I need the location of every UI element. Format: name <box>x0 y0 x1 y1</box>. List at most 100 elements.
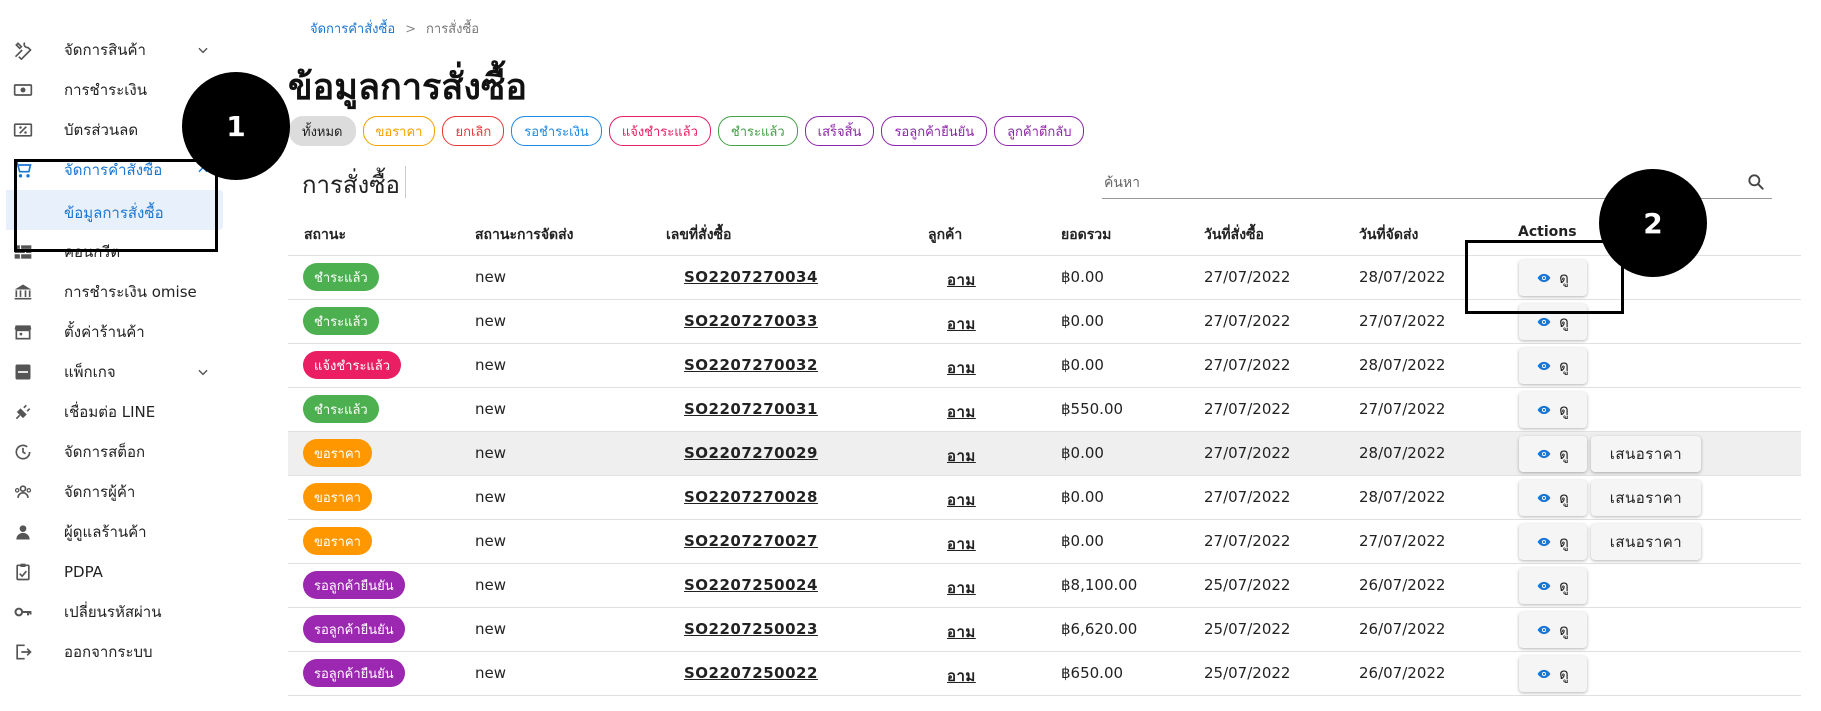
customer-link[interactable]: อาม <box>947 356 976 380</box>
order-number-link[interactable]: SO2207270028 <box>684 488 818 506</box>
customer-link[interactable]: อาม <box>947 532 976 556</box>
column-header-1[interactable]: สถานะการจัดส่ง <box>475 224 574 246</box>
filter-chip-8[interactable]: ลูกค้าตีกลับ <box>994 116 1085 146</box>
filter-chip-1[interactable]: ขอราคา <box>362 116 436 146</box>
view-button[interactable]: ดู <box>1519 568 1587 604</box>
filter-chip-7[interactable]: รอลูกค้ายืนยัน <box>881 116 988 146</box>
quote-button[interactable]: เสนอราคา <box>1591 524 1701 560</box>
view-button[interactable]: ดู <box>1519 612 1587 648</box>
view-button[interactable]: ดู <box>1519 348 1587 384</box>
breadcrumb-parent-link[interactable]: จัดการคำสั่งซื้อ <box>310 22 395 37</box>
status-badge: ชำระแล้ว <box>303 307 379 335</box>
status-badge: รอลูกค้ายืนยัน <box>303 615 405 643</box>
shipping-status-cell: new <box>475 356 507 374</box>
customer-link[interactable]: อาม <box>947 620 976 644</box>
status-filter-chips: ทั้งหมด ขอราคา ยกเลิก รอชำระเงิน แจ้งชำระแล้… <box>289 116 1085 146</box>
sidebar-item-5[interactable]: การชำระเงิน omise <box>0 272 215 312</box>
filter-chip-0[interactable]: ทั้งหมด <box>289 116 356 146</box>
eye-icon <box>1537 535 1551 549</box>
total-cell: ฿0.00 <box>1061 444 1104 462</box>
eye-icon <box>1537 447 1551 461</box>
order-number-link[interactable]: SO2207270034 <box>684 268 818 286</box>
filter-chip-4[interactable]: แจ้งชำระแล้ว <box>608 116 711 146</box>
sidebar-item-label: PDPA <box>64 563 103 581</box>
quote-button[interactable]: เสนอราคา <box>1591 436 1701 472</box>
sidebar-item-8[interactable]: เชื่อมต่อ LINE <box>0 392 215 432</box>
filter-chip-3[interactable]: รอชำระเงิน <box>511 116 602 146</box>
person-icon <box>13 523 33 541</box>
column-header-3[interactable]: ลูกค้า <box>928 224 962 246</box>
order-number-link[interactable]: SO2207270029 <box>684 444 818 462</box>
search-icon[interactable] <box>1746 172 1766 192</box>
sidebar-item-label: การชำระเงิน <box>64 81 147 99</box>
status-badge: แจ้งชำระแล้ว <box>303 351 402 379</box>
status-badge: ชำระแล้ว <box>303 263 379 291</box>
sidebar-item-13[interactable]: เปลี่ยนรหัสผ่าน <box>0 592 215 632</box>
sidebar-item-6[interactable]: ตั้งค่าร้านค้า <box>0 312 215 352</box>
column-header-0[interactable]: สถานะ <box>304 224 346 246</box>
annotation-marker-2: 2 <box>1599 169 1707 277</box>
view-button[interactable]: ดู <box>1519 656 1587 692</box>
sidebar-item-11[interactable]: ผู้ดูแลร้านค้า <box>0 512 215 552</box>
column-header-5[interactable]: วันที่สั่งซื้อ <box>1204 224 1264 246</box>
order-number-link[interactable]: SO2207250024 <box>684 576 818 594</box>
view-button[interactable]: ดู <box>1519 436 1587 472</box>
filter-chip-5[interactable]: ชำระแล้ว <box>717 116 798 146</box>
annotation-marker-1: 1 <box>182 72 290 180</box>
shipping-status-cell: new <box>475 400 507 418</box>
customer-link[interactable]: อาม <box>947 268 976 292</box>
sidebar-item-12[interactable]: PDPA <box>0 552 215 592</box>
customer-link[interactable]: อาม <box>947 576 976 600</box>
total-cell: ฿0.00 <box>1061 356 1104 374</box>
breadcrumb: จัดการคำสั่งซื้อ > การสั่งซื้อ <box>310 18 479 39</box>
total-cell: ฿0.00 <box>1061 488 1104 506</box>
ship-date-cell: 27/07/2022 <box>1359 312 1446 330</box>
order-date-cell: 27/07/2022 <box>1204 400 1291 418</box>
total-cell: ฿650.00 <box>1061 664 1124 682</box>
page-title: ข้อมูลการสั่งซื้อ <box>288 67 527 108</box>
sidebar-item-7[interactable]: แพ็กเกจ <box>0 352 215 392</box>
customer-link[interactable]: อาม <box>947 400 976 424</box>
order-number-link[interactable]: SO2207270033 <box>684 312 818 330</box>
annotation-box-2 <box>1465 240 1624 314</box>
order-number-link[interactable]: SO2207270031 <box>684 400 818 418</box>
column-header-6[interactable]: วันที่จัดส่ง <box>1359 224 1418 246</box>
view-button[interactable]: ดู <box>1519 524 1587 560</box>
order-number-link[interactable]: SO2207250023 <box>684 620 818 638</box>
column-header-2[interactable]: เลขที่สั่งซื้อ <box>666 224 731 246</box>
quote-button[interactable]: เสนอราคา <box>1591 480 1701 516</box>
column-header-4[interactable]: ยอดรวม <box>1061 224 1111 246</box>
total-cell: ฿0.00 <box>1061 532 1104 550</box>
order-date-cell: 27/07/2022 <box>1204 312 1291 330</box>
filter-chip-6[interactable]: เสร็จสิ้น <box>804 116 875 146</box>
sidebar-item-label: การชำระเงิน omise <box>64 283 197 301</box>
order-date-cell: 25/07/2022 <box>1204 576 1291 594</box>
customer-link[interactable]: อาม <box>947 664 976 688</box>
order-date-cell: 27/07/2022 <box>1204 268 1291 286</box>
view-button-label: ดู <box>1559 533 1569 551</box>
sidebar-item-14[interactable]: ออกจากระบบ <box>0 632 215 672</box>
sidebar-item-10[interactable]: จัดการผู้ค้า <box>0 472 215 512</box>
sidebar-item-label: บัตรส่วนลด <box>64 121 139 139</box>
chevron-down-icon[interactable] <box>196 43 210 57</box>
annotation-box-1 <box>14 159 218 252</box>
customer-link[interactable]: อาม <box>947 312 976 336</box>
view-button[interactable]: ดู <box>1519 392 1587 428</box>
filter-chip-2[interactable]: ยกเลิก <box>442 116 505 146</box>
stock-icon <box>13 443 33 461</box>
status-badge: ขอราคา <box>303 439 372 467</box>
order-number-link[interactable]: SO2207270027 <box>684 532 818 550</box>
chevron-down-icon[interactable] <box>196 365 210 379</box>
sidebar-item-1[interactable]: การชำระเงิน <box>0 70 215 110</box>
sidebar-item-0[interactable]: จัดการสินค้า <box>0 30 215 70</box>
order-date-cell: 25/07/2022 <box>1204 664 1291 682</box>
clipboard-icon <box>13 563 33 581</box>
sidebar-item-label: จัดการสต็อก <box>64 443 146 461</box>
order-number-link[interactable]: SO2207270032 <box>684 356 818 374</box>
sidebar-item-9[interactable]: จัดการสต็อก <box>0 432 215 472</box>
total-cell: ฿0.00 <box>1061 268 1104 286</box>
view-button[interactable]: ดู <box>1519 480 1587 516</box>
customer-link[interactable]: อาม <box>947 444 976 468</box>
customer-link[interactable]: อาม <box>947 488 976 512</box>
order-number-link[interactable]: SO2207250022 <box>684 664 818 682</box>
